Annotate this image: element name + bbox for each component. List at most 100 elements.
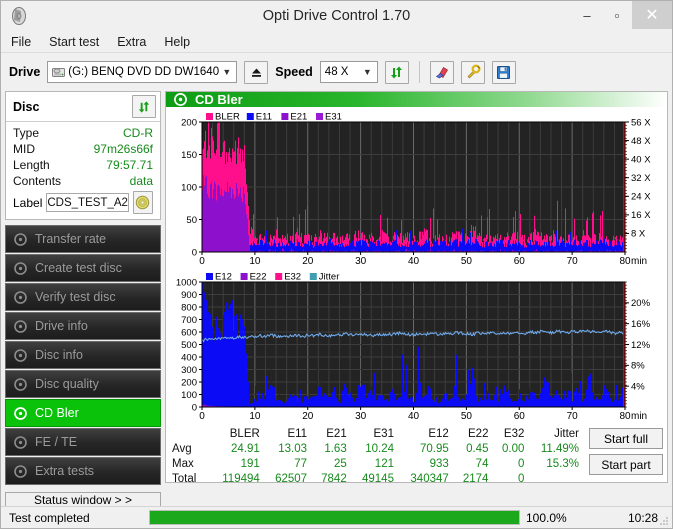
disc-panel-header: Disc — [6, 92, 160, 122]
disc-icon — [13, 261, 28, 276]
sidebar-item-transfer-rate[interactable]: Transfer rate — [5, 225, 161, 253]
sidebar-item-disc-quality[interactable]: Disc quality — [5, 370, 161, 398]
speed-select[interactable]: 48 X ▼ — [319, 61, 378, 83]
stats-cell — [528, 471, 583, 486]
svg-text:4%: 4% — [631, 381, 645, 392]
progress-percent: 100.0% — [526, 510, 567, 525]
eject-icon — [251, 68, 261, 77]
stats-cell: 1.63 — [324, 442, 347, 455]
svg-text:50: 50 — [186, 215, 197, 226]
stats-row-label: Max — [172, 457, 194, 470]
disc-label-input[interactable]: CDS_TEST_A2 — [46, 193, 129, 212]
sidebar-item-disc-info[interactable]: Disc info — [5, 341, 161, 369]
refresh-icon — [138, 100, 150, 113]
tools-button[interactable] — [460, 60, 485, 84]
speed-select-value: 48 X — [324, 66, 349, 78]
sidebar-item-label: Transfer rate — [35, 232, 107, 246]
bler-chart[interactable]: BLER E11 E21 E310501001502008 X16 X24 X32 X… — [168, 109, 663, 269]
disc-info-panel: Disc Type CD-R MID 97m26s66f Length 79:5… — [5, 91, 161, 220]
disc-row-mid: MID 97m26s66f — [13, 141, 153, 157]
start-part-button[interactable]: Start part — [589, 454, 663, 475]
svg-text:70: 70 — [567, 411, 579, 422]
close-button[interactable]: ✕ — [632, 1, 672, 29]
svg-text:60: 60 — [514, 256, 526, 267]
disc-label-button[interactable] — [132, 191, 153, 214]
eraser-icon — [435, 67, 448, 79]
menu-item-start-test[interactable]: Start test — [49, 35, 99, 49]
drive-label: Drive — [9, 65, 41, 79]
main-area: Disc Type CD-R MID 97m26s66f Length 79:5… — [1, 91, 672, 508]
svg-text:50: 50 — [461, 256, 473, 267]
app-disc-icon — [9, 6, 29, 26]
stats-cell: 62507 — [275, 472, 308, 485]
sidebar-item-fe-te[interactable]: FE / TE — [5, 428, 161, 456]
maximize-button[interactable]: ▫ — [602, 1, 632, 29]
svg-text:32 X: 32 X — [631, 173, 651, 184]
stats-corner — [170, 426, 210, 441]
disc-value-mid: 97m26s66f — [93, 142, 153, 156]
disc-key-contents: Contents — [13, 174, 62, 188]
menu-item-file[interactable]: File — [11, 35, 31, 49]
disc-key-type: Type — [13, 126, 40, 140]
svg-text:E12: E12 — [215, 272, 232, 283]
svg-text:800: 800 — [181, 302, 197, 313]
svg-text:700: 700 — [181, 315, 197, 326]
svg-text:500: 500 — [181, 340, 197, 351]
progress-bar — [149, 510, 520, 525]
drive-icon — [52, 66, 66, 79]
svg-text:100: 100 — [181, 390, 197, 401]
start-full-button[interactable]: Start full — [589, 428, 663, 449]
svg-text:24 X: 24 X — [631, 192, 651, 203]
svg-text:200: 200 — [181, 117, 197, 128]
stats-col-e12: E12 — [428, 427, 449, 440]
sidebar-item-label: Create test disc — [35, 261, 122, 275]
svg-text:0: 0 — [192, 247, 197, 258]
chevron-down-icon: ▼ — [362, 67, 372, 77]
e12-jitter-chart[interactable]: E12 E22 E32 Jitter0100200300400500600700800… — [168, 269, 663, 424]
svg-text:50: 50 — [461, 411, 473, 422]
disc-value-contents: data — [129, 174, 153, 188]
chart-panel: CD Bler BLER E11 E21 E31 0 50 100 150 200 8 X 16 X… — [165, 91, 668, 486]
svg-text:E22: E22 — [250, 272, 267, 283]
stats-col-e22: E22 — [468, 427, 489, 440]
stats-col-e32: E32 — [503, 427, 525, 440]
svg-text:20: 20 — [302, 411, 314, 422]
table-row: Total 119494 62507 7842 49145 340347 217… — [170, 471, 583, 486]
resize-grip-icon[interactable] — [658, 515, 669, 526]
eraser-button[interactable] — [429, 60, 454, 84]
sidebar-item-drive-info[interactable]: Drive info — [5, 312, 161, 340]
svg-text:300: 300 — [181, 365, 197, 376]
menu-item-help[interactable]: Help — [164, 35, 190, 49]
speed-label: Speed — [275, 65, 313, 79]
svg-text:900: 900 — [181, 290, 197, 301]
sidebar-item-cd-bler[interactable]: CD Bler — [5, 399, 161, 427]
drive-select[interactable]: (G:) BENQ DVD DD DW1640 BSRB ▼ — [47, 61, 238, 83]
stats-cell: 49145 — [362, 472, 394, 485]
disc-icon — [136, 195, 150, 210]
sidebar-item-extra-tests[interactable]: Extra tests — [5, 457, 161, 485]
drive-select-value: (G:) BENQ DVD DD DW1640 BSRB — [68, 66, 220, 78]
svg-text:20%: 20% — [631, 298, 651, 309]
left-panel: Disc Type CD-R MID 97m26s66f Length 79:5… — [5, 91, 161, 508]
svg-text:8%: 8% — [631, 361, 645, 372]
stats-col-e21: E21 — [326, 427, 347, 440]
disc-row-type: Type CD-R — [13, 125, 153, 141]
svg-text:30: 30 — [355, 411, 367, 422]
sidebar-item-create-test-disc[interactable]: Create test disc — [5, 254, 161, 282]
disc-refresh-button[interactable] — [132, 95, 156, 118]
stats-header-row: BLER E11 E21 E31 E12 E22 E32 Jitter — [170, 426, 583, 441]
sidebar-item-verify-test-disc[interactable]: Verify test disc — [5, 283, 161, 311]
disc-icon — [13, 377, 28, 392]
minimize-button[interactable]: – — [572, 1, 602, 29]
refresh-button[interactable] — [384, 60, 409, 84]
disc-panel-title: Disc — [13, 99, 40, 114]
menu-item-extra[interactable]: Extra — [117, 35, 146, 49]
stats-cell: 2174 — [462, 472, 489, 485]
stats-table: BLER E11 E21 E31 E12 E22 E32 Jitter Avg — [170, 426, 583, 486]
svg-text:min: min — [631, 256, 647, 267]
eject-button[interactable] — [244, 60, 269, 84]
save-button[interactable] — [491, 60, 516, 84]
stats-cell: 11.49% — [540, 442, 579, 455]
disc-properties: Type CD-R MID 97m26s66f Length 79:57.71 … — [6, 122, 160, 219]
svg-text:min: min — [631, 411, 647, 422]
